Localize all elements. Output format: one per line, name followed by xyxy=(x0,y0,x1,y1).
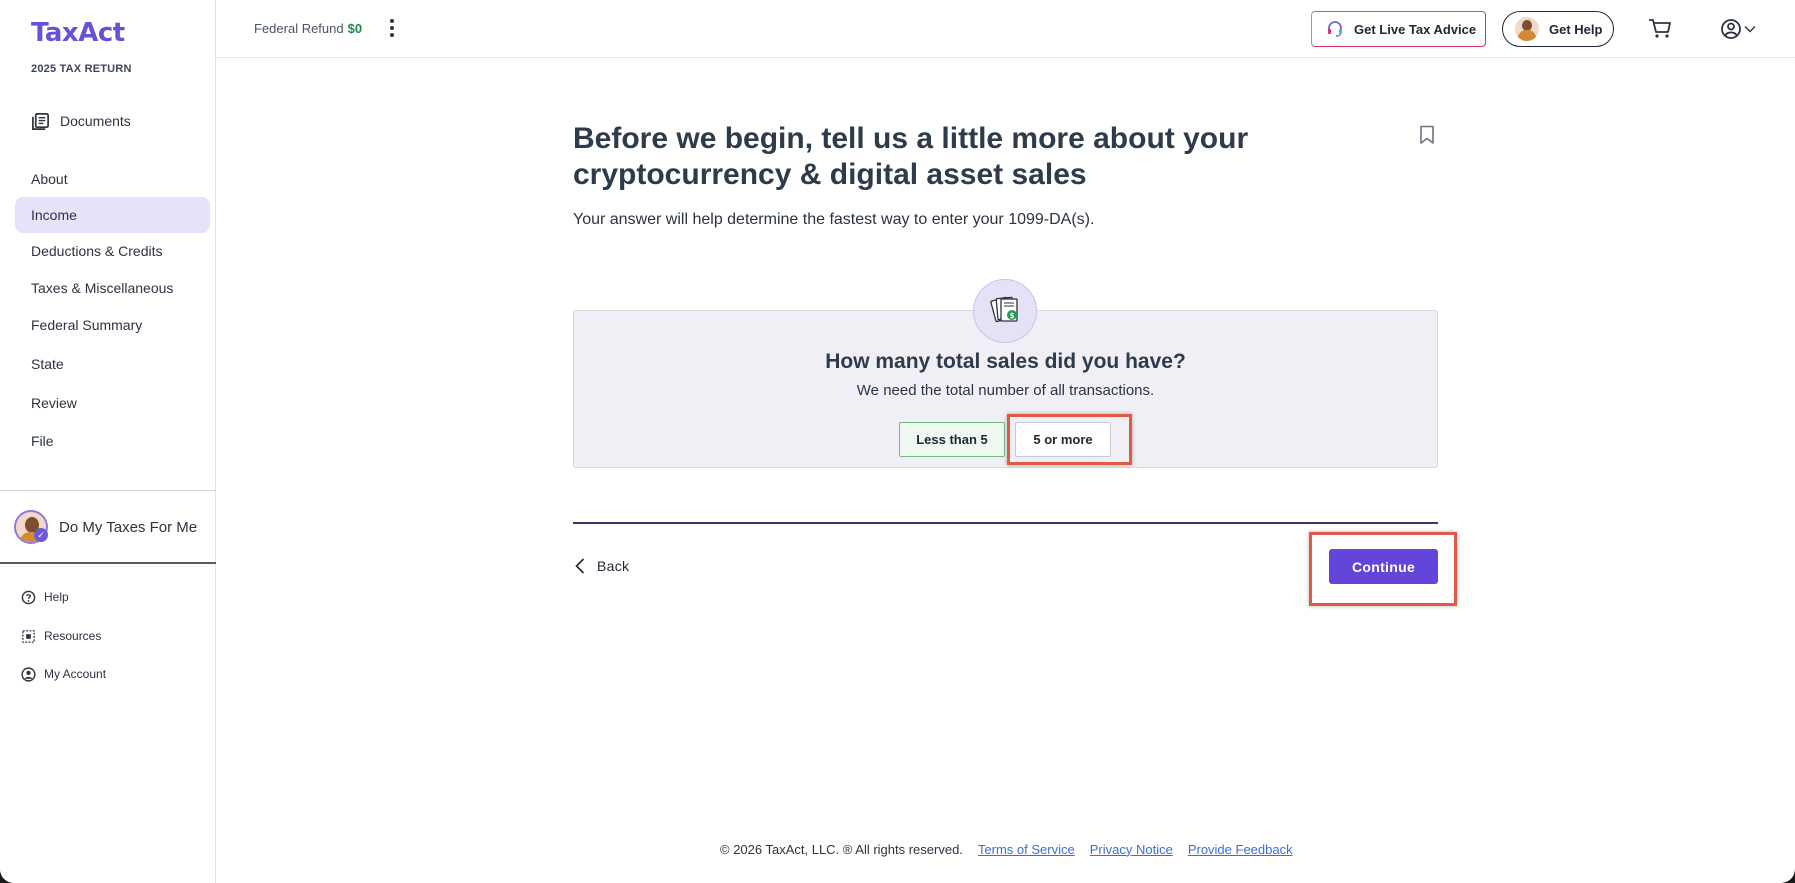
shopping-cart-icon[interactable] xyxy=(1648,17,1672,39)
back-button[interactable]: Back xyxy=(575,555,629,577)
copyright-text: © 2026 TaxAct, LLC. ® All rights reserve… xyxy=(720,841,963,857)
sidebar: TaxAct 2025 TAX RETURN Documents About I… xyxy=(0,0,216,883)
sidebar-item-state[interactable]: State xyxy=(15,346,210,382)
sidebar-item-documents[interactable]: Documents xyxy=(31,110,131,132)
refund-label: Federal Refund xyxy=(254,21,344,36)
page-subtitle: Your answer will help determine the fast… xyxy=(573,211,1095,228)
do-my-taxes-label: Do My Taxes For Me xyxy=(59,518,198,536)
sidebar-item-about[interactable]: About xyxy=(15,161,210,197)
sidebar-item-income[interactable]: Income xyxy=(15,197,210,233)
get-help-label: Get Help xyxy=(1549,21,1603,37)
bookmark-icon[interactable] xyxy=(1419,125,1435,145)
resources-link-label: Resources xyxy=(44,629,102,643)
tax-year-label: 2025 TAX RETURN xyxy=(31,63,132,75)
taxact-logo[interactable]: TaxAct xyxy=(31,18,125,48)
sidebar-help-link[interactable]: Help xyxy=(21,588,69,606)
sidebar-item-label: Documents xyxy=(60,113,131,129)
get-live-tax-advice-button[interactable]: Get Live Tax Advice xyxy=(1311,11,1486,47)
help-link-label: Help xyxy=(44,590,69,604)
top-bar: Federal Refund $0 Get Live Tax Advice Get… xyxy=(216,0,1795,58)
my-account-link-label: My Account xyxy=(44,667,107,681)
federal-refund: Federal Refund $0 xyxy=(254,21,362,36)
highlight-box-option xyxy=(1007,414,1132,465)
sidebar-divider xyxy=(0,490,216,491)
documents-dollar-icon: $ xyxy=(973,279,1037,343)
highlight-box-continue xyxy=(1309,532,1457,606)
help-expert-avatar xyxy=(1515,17,1539,41)
back-label: Back xyxy=(597,558,630,574)
question-circle-icon xyxy=(21,590,36,604)
more-options-icon[interactable] xyxy=(386,17,398,41)
account-menu[interactable] xyxy=(1720,17,1760,41)
page-title: Before we begin, tell us a little more a… xyxy=(573,122,1249,191)
sidebar-divider-dark xyxy=(0,562,216,564)
sidebar-item-taxes-misc[interactable]: Taxes & Miscellaneous xyxy=(15,270,210,306)
documents-icon xyxy=(32,112,49,130)
provide-feedback-link[interactable]: Provide Feedback xyxy=(1188,842,1293,857)
chevron-left-icon xyxy=(575,558,585,574)
sidebar-item-deductions-credits[interactable]: Deductions & Credits xyxy=(15,233,210,269)
sidebar-item-review[interactable]: Review xyxy=(15,385,210,421)
privacy-notice-link[interactable]: Privacy Notice xyxy=(1090,842,1173,857)
sidebar-item-file[interactable]: File xyxy=(15,423,210,459)
live-advice-label: Get Live Tax Advice xyxy=(1354,21,1477,37)
option-less-than-5[interactable]: Less than 5 xyxy=(899,422,1005,457)
sidebar-resources-link[interactable]: Resources xyxy=(21,627,101,645)
refund-amount: $0 xyxy=(347,21,363,36)
content-divider xyxy=(573,522,1438,524)
question-heading: How many total sales did you have? xyxy=(825,350,1186,373)
app-window: TaxAct 2025 TAX RETURN Documents About I… xyxy=(0,0,1795,883)
sidebar-item-federal-summary[interactable]: Federal Summary xyxy=(15,307,210,343)
user-circle-icon xyxy=(21,666,36,682)
resources-icon xyxy=(22,629,35,643)
get-help-button[interactable]: Get Help xyxy=(1502,11,1614,47)
headset-icon xyxy=(1328,21,1342,37)
terms-of-service-link[interactable]: Terms of Service xyxy=(978,842,1075,857)
question-hint: We need the total number of all transact… xyxy=(856,382,1155,399)
page-footer: © 2026 TaxAct, LLC. ® All rights reserve… xyxy=(720,840,1293,858)
chevron-down-icon xyxy=(1744,26,1756,33)
verified-check-icon: ✓ xyxy=(34,528,48,542)
sidebar-my-account-link[interactable]: My Account xyxy=(21,665,106,683)
user-circle-icon xyxy=(1721,19,1741,39)
svg-text:$: $ xyxy=(1010,312,1015,320)
